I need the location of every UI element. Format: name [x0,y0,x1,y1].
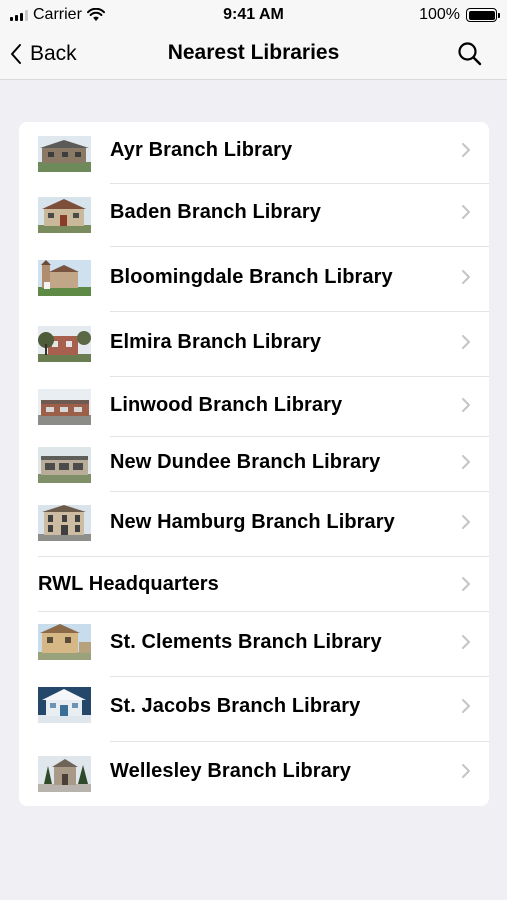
library-thumbnail [38,624,91,660]
list-item-bloomingdale-branch-library[interactable]: Bloomingdale Branch Library [19,247,489,312]
chevron-right-icon [462,143,470,157]
list-item-new-hamburg-branch-library[interactable]: New Hamburg Branch Library [19,492,489,557]
library-thumbnail [38,687,91,723]
chevron-right-icon [462,398,470,412]
list-item-label: Ayr Branch Library [110,139,293,161]
list-item-label: Baden Branch Library [110,201,321,223]
chevron-right-icon [462,577,470,591]
list-item-label: RWL Headquarters [38,573,219,595]
list-item-label: New Dundee Branch Library [110,451,381,473]
list-item-label: St. Clements Branch Library [110,631,382,653]
chevron-right-icon [462,455,470,469]
navigation-bar: Back Nearest Libraries [0,30,507,80]
list-item-st-jacobs-branch-library[interactable]: St. Jacobs Branch Library [19,677,489,742]
list-item-label: Linwood Branch Library [110,394,343,416]
list-item-ayr-branch-library[interactable]: Ayr Branch Library [19,122,489,184]
chevron-right-icon [462,515,470,529]
library-thumbnail [38,260,91,296]
chevron-right-icon [462,205,470,219]
list-item-label: Bloomingdale Branch Library [110,266,393,288]
library-thumbnail [38,756,91,792]
library-list: Ayr Branch Library Baden Branch Library … [19,122,489,806]
status-bar: Carrier 9:41 AM 100% [0,0,507,30]
library-thumbnail [38,447,91,483]
list-item-wellesley-branch-library[interactable]: Wellesley Branch Library [19,742,489,806]
library-thumbnail [38,505,91,541]
list-item-new-dundee-branch-library[interactable]: New Dundee Branch Library [19,437,489,492]
chevron-right-icon [462,764,470,778]
chevron-right-icon [462,270,470,284]
library-thumbnail [38,197,91,233]
list-item-label: Elmira Branch Library [110,331,322,353]
list-item-linwood-branch-library[interactable]: Linwood Branch Library [19,377,489,437]
library-thumbnail [38,326,91,362]
list-item-label: St. Jacobs Branch Library [110,695,361,717]
chevron-right-icon [462,699,470,713]
battery-icon [466,8,500,22]
list-item-label: Wellesley Branch Library [110,760,352,782]
library-thumbnail [38,136,91,172]
chevron-right-icon [462,335,470,349]
list-item-baden-branch-library[interactable]: Baden Branch Library [19,184,489,247]
status-right: 100% [419,6,500,24]
library-thumbnail [38,389,91,425]
chevron-right-icon [462,635,470,649]
search-icon[interactable] [455,39,485,69]
list-item-label: New Hamburg Branch Library [110,511,395,533]
list-item-elmira-branch-library[interactable]: Elmira Branch Library [19,312,489,377]
page-title: Nearest Libraries [167,41,340,64]
list-item-st-clements-branch-library[interactable]: St. Clements Branch Library [19,612,489,677]
list-item-rwl-headquarters[interactable]: RWL Headquarters [19,557,489,612]
battery-percent: 100% [419,6,460,23]
